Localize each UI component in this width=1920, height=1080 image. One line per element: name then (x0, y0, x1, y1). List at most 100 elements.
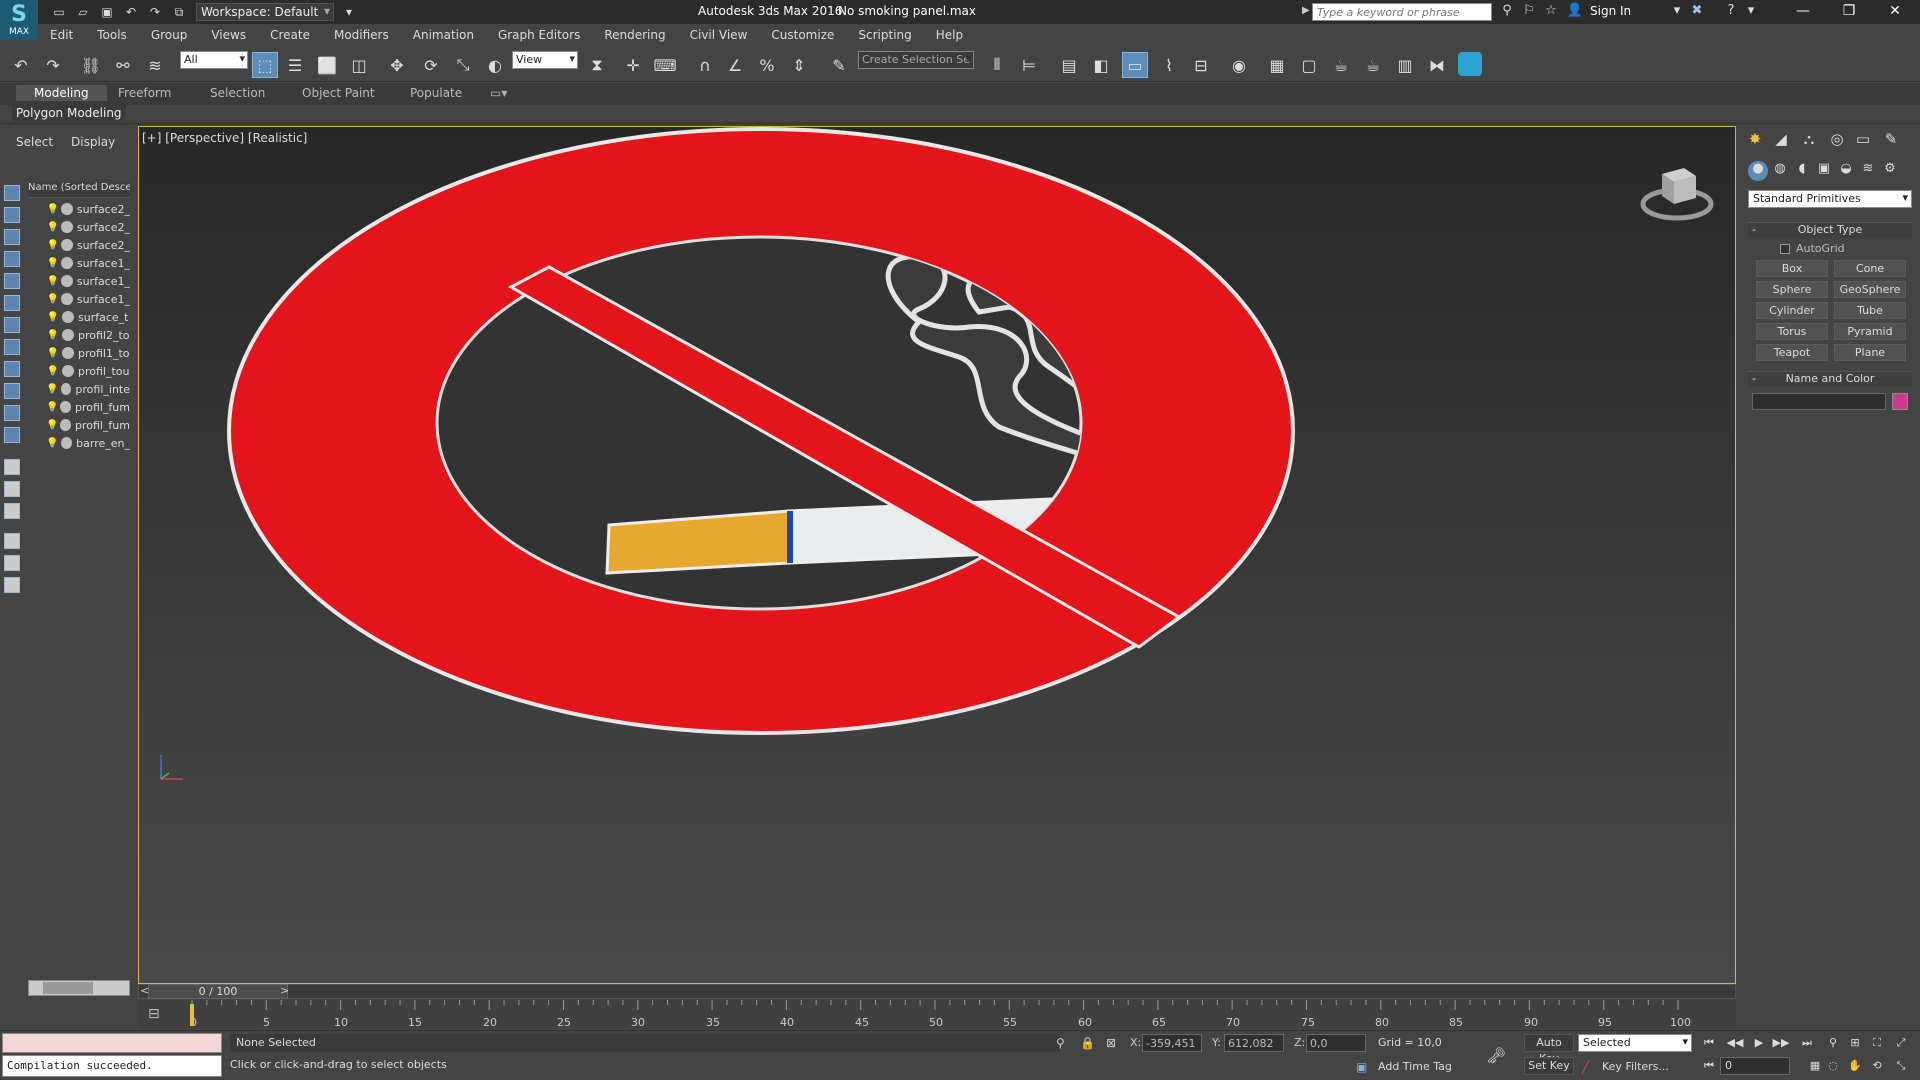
scene-explorer-scrollbar[interactable] (28, 980, 130, 996)
exchange-apps-icon[interactable]: ✖ (1688, 3, 1706, 21)
tab-selection[interactable]: Selection (210, 86, 265, 100)
time-slider[interactable]: < 0 / 100 > (138, 984, 1736, 1000)
visibility-bulb-icon[interactable]: 💡 (46, 240, 59, 251)
filter-icon[interactable] (4, 533, 20, 549)
orbit-icon[interactable]: ⟲ (1868, 1057, 1886, 1075)
search-input[interactable]: Type a keyword or phrase (1312, 3, 1492, 21)
spinner-snap-icon[interactable]: ⇕ (786, 52, 812, 78)
open-file-icon[interactable]: ▱ (74, 4, 92, 20)
cameras-category-icon[interactable]: ▣ (1814, 161, 1834, 181)
display-none-icon[interactable] (4, 481, 20, 497)
sign-in-dropdown-icon[interactable]: ▾ (1668, 3, 1686, 21)
menu-help[interactable]: Help (924, 28, 975, 42)
visibility-bulb-icon[interactable]: 💡 (46, 420, 58, 431)
display-spacewarps-icon[interactable] (4, 295, 20, 311)
viewcube-icon[interactable] (1640, 160, 1714, 226)
tab-object-paint[interactable]: Object Paint (302, 86, 375, 100)
pan-view-icon[interactable]: ✋ (1846, 1057, 1864, 1075)
snaps-toggle-icon[interactable]: ∩ (692, 52, 718, 78)
set-key-button[interactable]: Set Key (1524, 1057, 1574, 1075)
current-frame-marker[interactable] (190, 1004, 194, 1026)
selection-filter-dropdown[interactable]: All (180, 51, 248, 69)
scene-explorer-display-menu[interactable]: Display (71, 135, 115, 149)
display-containers-icon[interactable] (4, 383, 20, 399)
move-icon[interactable]: ✥ (384, 52, 410, 78)
list-item[interactable]: 💡 surface_t (28, 308, 130, 326)
project-folder-icon[interactable]: ⧉ (170, 4, 188, 20)
object-type-rollout[interactable]: - Object Type (1748, 222, 1912, 238)
close-button[interactable]: ✕ (1872, 0, 1918, 24)
hierarchy-tab-icon[interactable]: ⛬ (1798, 130, 1820, 152)
primitive-type-dropdown[interactable]: Standard Primitives (1748, 190, 1912, 208)
save-file-icon[interactable]: ▣ (98, 4, 116, 20)
favorites-star-icon[interactable]: ☆ (1542, 3, 1560, 21)
edit-named-selection-icon[interactable]: ✎ (826, 52, 852, 78)
time-tag-icon[interactable]: ▣ (1356, 1060, 1367, 1074)
perspective-viewport[interactable] (138, 126, 1736, 984)
time-slider-track[interactable] (138, 984, 1736, 999)
menu-group[interactable]: Group (139, 28, 200, 42)
menu-edit[interactable]: Edit (38, 28, 85, 42)
visibility-bulb-icon[interactable]: 💡 (46, 348, 60, 359)
list-item[interactable]: 💡 surface1_ (28, 290, 130, 308)
display-frozen-icon[interactable] (4, 405, 20, 421)
next-frame-icon[interactable]: ▶▶ (1772, 1034, 1790, 1052)
display-lights-icon[interactable] (4, 229, 20, 245)
mini-curve-editor-icon[interactable]: ⊟ (148, 1006, 160, 1022)
workspace-dropdown[interactable]: Workspace: Default (196, 3, 334, 21)
field-of-view-icon[interactable]: ◌ (1824, 1057, 1842, 1075)
menu-modifiers[interactable]: Modifiers (322, 28, 401, 42)
tube-button[interactable]: Tube (1834, 302, 1906, 319)
torus-button[interactable]: Torus (1756, 323, 1828, 340)
display-tab-icon[interactable]: ▭ (1852, 130, 1874, 152)
zoom-icon[interactable]: ⚲ (1824, 1034, 1842, 1052)
polygon-modeling-panel[interactable]: Polygon Modeling (12, 105, 126, 121)
bind-space-warp-icon[interactable]: ≋ (142, 52, 168, 78)
current-frame-field[interactable]: 0 (1720, 1057, 1790, 1075)
rotate-icon[interactable]: ⟳ (418, 52, 444, 78)
zoom-all-icon[interactable]: ⊞ (1846, 1034, 1864, 1052)
visibility-bulb-icon[interactable]: 💡 (46, 330, 60, 341)
object-name-field[interactable] (1752, 393, 1886, 410)
scrollbar-thumb[interactable] (43, 982, 93, 994)
list-item[interactable]: 💡 barre_en_ (28, 434, 130, 452)
visibility-bulb-icon[interactable]: 💡 (46, 366, 60, 377)
key-mode-toggle-icon[interactable]: ⏮ (1700, 1057, 1718, 1075)
menu-scripting[interactable]: Scripting (846, 28, 923, 42)
checkbox-box[interactable] (1780, 243, 1790, 254)
sign-in-link[interactable]: Sign In (1590, 4, 1631, 18)
plane-button[interactable]: Plane (1834, 344, 1906, 361)
angle-snap-icon[interactable]: ∠ (722, 52, 748, 78)
pivot-center-icon[interactable]: ⧗ (584, 52, 610, 78)
select-by-name-icon[interactable]: ☰ (282, 52, 308, 78)
time-configuration-icon[interactable]: ▦ (1806, 1057, 1824, 1075)
find-icon[interactable] (4, 555, 20, 571)
lights-category-icon[interactable]: ◖ (1792, 161, 1812, 181)
shapes-category-icon[interactable]: ◍ (1770, 161, 1790, 181)
utilities-tab-icon[interactable]: ✎ (1880, 130, 1902, 152)
render-activeshade-icon[interactable]: ▥ (1392, 52, 1418, 78)
layer-manager-icon[interactable]: ▤ (1056, 52, 1082, 78)
geosphere-button[interactable]: GeoSphere (1834, 281, 1906, 298)
menu-graph-editors[interactable]: Graph Editors (486, 28, 592, 42)
communication-center-icon[interactable]: ⚐ (1520, 3, 1538, 21)
display-cameras-icon[interactable] (4, 251, 20, 267)
name-column-header[interactable]: Name (Sorted Desce (28, 182, 130, 198)
help-a360-icon[interactable] (1458, 52, 1482, 76)
select-manipulate-icon[interactable]: ✛ (620, 52, 646, 78)
placement-icon[interactable]: ◐ (482, 52, 508, 78)
name-and-color-rollout[interactable]: - Name and Color (1748, 371, 1912, 387)
key-filter-curve-icon[interactable]: ╱ (1582, 1060, 1589, 1074)
menu-create[interactable]: Create (258, 28, 322, 42)
list-item[interactable]: 💡 surface2_ (28, 236, 130, 254)
spacewarps-category-icon[interactable]: ≋ (1858, 161, 1878, 181)
ribbon-options-icon[interactable]: ▭▾ (490, 86, 507, 100)
display-xrefs-icon[interactable] (4, 339, 20, 355)
app-menu-button[interactable]: S MAX (0, 0, 38, 40)
play-icon[interactable]: ▶ (1750, 1034, 1768, 1052)
display-shapes-icon[interactable] (4, 207, 20, 223)
tab-populate[interactable]: Populate (410, 86, 462, 100)
visibility-bulb-icon[interactable]: 💡 (46, 294, 59, 305)
visibility-bulb-icon[interactable]: 💡 (46, 438, 59, 449)
explorer-options-icon[interactable] (4, 577, 20, 593)
